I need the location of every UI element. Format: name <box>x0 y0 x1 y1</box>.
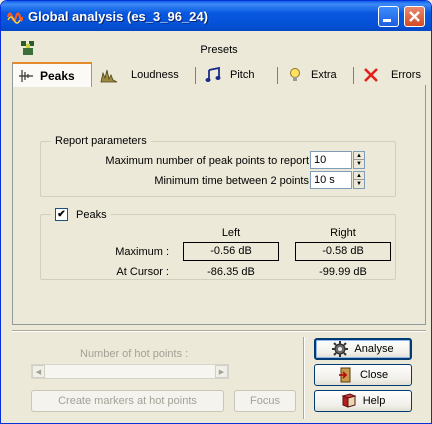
tab-peaks[interactable]: Peaks <box>12 62 92 87</box>
column-left-header: Left <box>221 227 241 239</box>
min-time-spinner[interactable]: ▲ ▼ <box>353 171 365 189</box>
focus-label: Focus <box>250 395 280 407</box>
exit-door-icon <box>338 367 351 383</box>
tab-loudness-label: Loudness <box>131 69 179 81</box>
peaks-checkbox[interactable]: ✔ <box>55 208 68 221</box>
close-button[interactable]: Close <box>314 364 412 386</box>
lightbulb-icon <box>290 68 300 81</box>
loudness-icon <box>100 69 118 83</box>
vertical-divider <box>303 337 305 419</box>
tab-extra[interactable]: Extra <box>282 64 354 86</box>
gear-icon <box>332 341 349 357</box>
report-parameters-group: Report parameters Maximum number of peak… <box>40 135 396 197</box>
cursor-left-value: -86.35 dB <box>207 266 255 278</box>
music-note-icon <box>205 67 221 82</box>
spin-down-icon[interactable]: ▼ <box>354 160 364 168</box>
help-book-icon <box>341 393 357 408</box>
at-cursor-label: At Cursor : <box>116 266 169 278</box>
maximum-left-value: -0.56 dB <box>183 242 279 261</box>
maximum-label: Maximum : <box>115 246 169 258</box>
hot-points-slider[interactable]: ◀ ▶ <box>31 364 229 379</box>
focus-button[interactable]: Focus <box>234 390 296 412</box>
maximum-right-value: -0.58 dB <box>295 242 391 261</box>
tab-separator <box>277 67 278 84</box>
app-waveform-icon <box>7 12 23 24</box>
max-peaks-label: Maximum number of peak points to report <box>105 155 309 167</box>
spin-up-icon[interactable]: ▲ <box>354 152 364 160</box>
peaks-tab-panel: Report parameters Maximum number of peak… <box>12 85 426 325</box>
create-markers-label: Create markers at hot points <box>58 395 197 407</box>
tab-extra-label: Extra <box>311 69 337 81</box>
tab-loudness[interactable]: Loudness <box>96 64 196 86</box>
tab-peaks-label: Peaks <box>40 68 75 83</box>
create-markers-button[interactable]: Create markers at hot points <box>31 390 224 412</box>
close-icon <box>409 11 420 22</box>
cursor-right-value: -99.99 dB <box>319 266 367 278</box>
window-title: Global analysis (es_3_96_24) <box>28 9 208 24</box>
report-parameters-legend: Report parameters <box>51 135 151 147</box>
dialog-client-area: Presets Peaks Loudness Pitch Extra Error… <box>4 31 428 421</box>
tab-separator <box>353 67 354 84</box>
close-window-button[interactable] <box>404 6 425 27</box>
help-label: Help <box>362 395 386 407</box>
tab-pitch-label: Pitch <box>230 69 255 81</box>
presets-label: Presets <box>200 44 238 56</box>
tab-errors-label: Errors <box>391 69 421 81</box>
minimize-icon <box>383 19 391 22</box>
scroll-left-icon[interactable]: ◀ <box>32 365 45 378</box>
tab-errors[interactable]: Errors <box>358 64 426 86</box>
tab-separator <box>195 67 196 84</box>
help-button[interactable]: Help <box>314 390 412 412</box>
presets-tab[interactable]: Presets <box>12 37 426 59</box>
peaks-legend-label: Peaks <box>76 208 107 221</box>
analyse-label: Analyse <box>354 343 394 355</box>
global-analysis-window: Global analysis (es_3_96_24) Presets Pea… <box>0 0 432 424</box>
peaks-legend: ✔ Peaks <box>51 208 111 221</box>
spin-down-icon[interactable]: ▼ <box>354 180 364 188</box>
spin-up-icon[interactable]: ▲ <box>354 172 364 180</box>
scroll-right-icon[interactable]: ▶ <box>215 365 228 378</box>
tab-strip: Peaks Loudness Pitch Extra Errors <box>12 62 426 87</box>
max-peaks-input[interactable]: 10 <box>310 151 352 169</box>
close-label: Close <box>359 369 389 381</box>
min-time-input[interactable]: 10 s <box>310 171 352 189</box>
column-right-header: Right <box>330 227 356 239</box>
tab-pitch[interactable]: Pitch <box>200 64 278 86</box>
hot-points-label: Number of hot points : <box>80 348 189 360</box>
minimize-button[interactable] <box>378 6 399 27</box>
analyse-button[interactable]: Analyse <box>314 338 412 360</box>
peaks-group: ✔ Peaks Left Right Maximum : -0.56 dB -0… <box>40 208 396 280</box>
max-peaks-spinner[interactable]: ▲ ▼ <box>353 151 365 169</box>
min-time-label: Minimum time between 2 points <box>154 175 309 187</box>
title-bar[interactable]: Global analysis (es_3_96_24) <box>1 1 431 31</box>
red-x-icon <box>364 68 378 82</box>
waveform-icon <box>19 69 33 82</box>
horizontal-divider <box>12 330 426 332</box>
